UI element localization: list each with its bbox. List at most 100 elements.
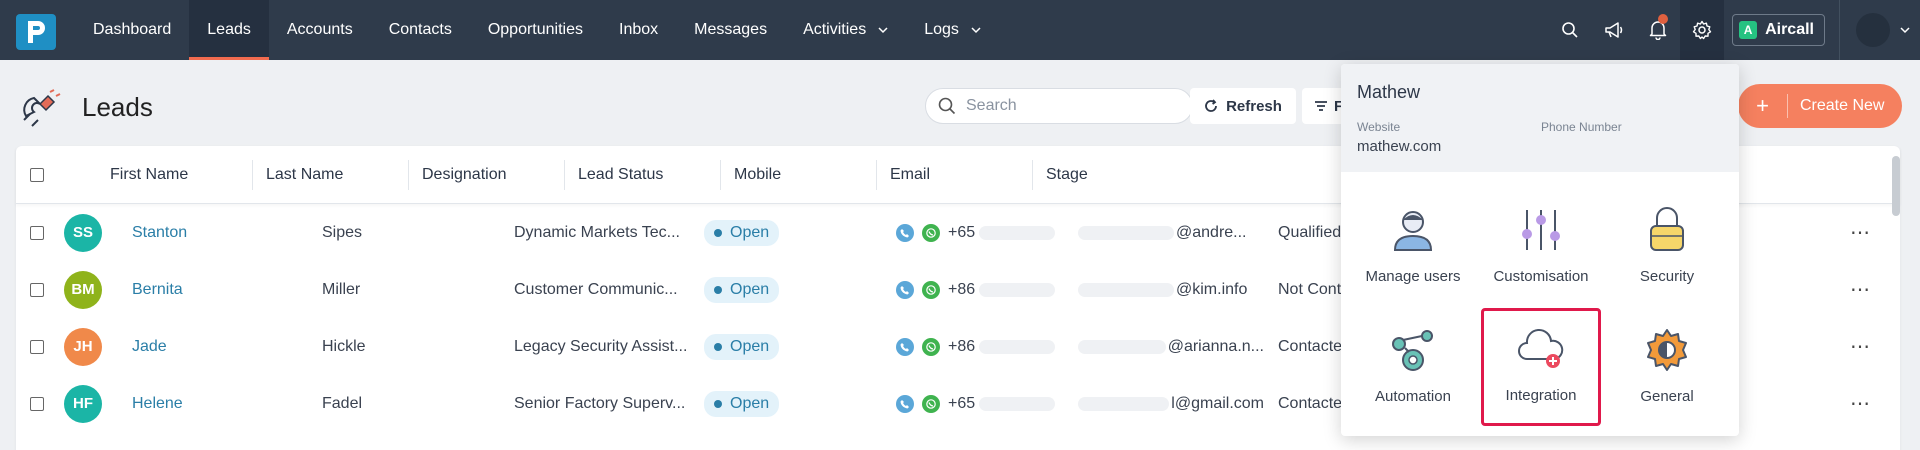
nav-item-accounts[interactable]: Accounts — [269, 0, 371, 60]
row-actions-menu[interactable]: ⋯ — [1850, 204, 1871, 261]
status-dot — [714, 285, 722, 294]
status-dot — [714, 228, 722, 237]
select-all-checkbox[interactable] — [30, 168, 44, 182]
row-checkbox[interactable] — [30, 225, 44, 240]
lead-status-cell: Open — [704, 261, 780, 318]
column-divider — [876, 160, 877, 190]
search-icon — [938, 97, 956, 115]
lead-status-cell: Open — [704, 318, 780, 375]
aircall-logo-icon: A — [1739, 21, 1758, 39]
manage-users-tile[interactable]: Manage users — [1353, 192, 1473, 302]
security-tile[interactable]: Security — [1607, 192, 1727, 302]
search-input[interactable] — [966, 97, 1176, 115]
column-header-last-name[interactable]: Last Name — [266, 146, 343, 204]
automation-tile[interactable]: Automation — [1353, 312, 1473, 422]
call-icon[interactable] — [896, 223, 914, 242]
status-badge: Open — [704, 390, 780, 417]
general-tile[interactable]: General — [1607, 312, 1727, 422]
top-navigation: Dashboard Leads Accounts Contacts Opportunit… — [0, 0, 1920, 60]
row-checkbox[interactable] — [30, 339, 44, 354]
first-name-link[interactable]: Helene — [132, 375, 183, 432]
avatar-cell: SS — [64, 204, 102, 261]
vertical-scrollbar[interactable] — [1892, 156, 1900, 216]
call-icon[interactable] — [896, 280, 914, 299]
column-divider — [408, 160, 409, 190]
refresh-button[interactable]: Refresh — [1190, 88, 1296, 124]
phone-label: Phone Number — [1541, 120, 1622, 134]
redacted-email — [1078, 396, 1170, 411]
leads-magnet-icon — [23, 89, 61, 127]
whatsapp-icon[interactable] — [922, 223, 940, 242]
settings-button[interactable] — [1680, 0, 1725, 60]
first-name-link[interactable]: Jade — [132, 318, 167, 375]
nav-item-contacts[interactable]: Contacts — [371, 0, 470, 60]
avatar-cell: JH — [64, 318, 102, 375]
notifications-button[interactable] — [1636, 0, 1680, 60]
status-label: Open — [730, 394, 770, 412]
email-domain: @arianna.n... — [1167, 337, 1264, 355]
avatar-cell: HF — [64, 375, 102, 432]
call-icon[interactable] — [896, 337, 914, 356]
integration-tile[interactable]: Integration — [1481, 308, 1601, 426]
nav-item-activities[interactable]: Activities — [785, 0, 906, 60]
row-actions-menu[interactable]: ⋯ — [1850, 261, 1871, 318]
nav-item-leads[interactable]: Leads — [189, 0, 269, 60]
nav-item-messages[interactable]: Messages — [676, 0, 785, 60]
aircall-button[interactable]: A Aircall — [1732, 14, 1825, 46]
email-domain: l@gmail.com — [1171, 394, 1264, 412]
user-menu[interactable] — [1840, 0, 1920, 60]
logo-icon — [28, 21, 45, 43]
search-box[interactable] — [925, 88, 1193, 124]
announcements-button[interactable] — [1592, 0, 1636, 60]
mobile-prefix: +65 — [948, 223, 976, 241]
row-actions-menu[interactable]: ⋯ — [1850, 318, 1871, 375]
mobile-prefix: +86 — [948, 337, 976, 355]
nav-item-opportunities[interactable]: Opportunities — [470, 0, 601, 60]
last-name-cell: Miller — [322, 280, 361, 298]
row-checkbox-cell — [30, 318, 44, 375]
lead-status-cell: Open — [704, 204, 780, 261]
column-header-designation[interactable]: Designation — [422, 146, 507, 204]
row-actions-menu[interactable]: ⋯ — [1850, 375, 1871, 432]
app-logo[interactable] — [16, 14, 56, 50]
nav-item-dashboard[interactable]: Dashboard — [75, 0, 189, 60]
column-header-mobile[interactable]: Mobile — [734, 146, 781, 204]
status-label: Open — [730, 223, 770, 241]
redacted-number — [979, 339, 1056, 354]
nav-item-logs[interactable]: Logs — [906, 0, 999, 60]
first-name-link[interactable]: Stanton — [132, 204, 187, 261]
customisation-tile[interactable]: Customisation — [1481, 192, 1601, 302]
nav-item-inbox[interactable]: Inbox — [601, 0, 676, 60]
general-gear-icon — [1647, 329, 1687, 371]
users-icon — [1393, 211, 1433, 251]
email-domain: @andre... — [1176, 223, 1247, 241]
redacted-number — [979, 282, 1056, 297]
column-divider — [1032, 160, 1033, 190]
nav-item-label: Contacts — [388, 21, 452, 38]
mobile-cell: +65 — [896, 204, 1056, 261]
whatsapp-icon[interactable] — [922, 280, 940, 299]
status-badge: Open — [704, 219, 780, 246]
row-checkbox[interactable] — [30, 282, 44, 297]
call-icon[interactable] — [896, 394, 914, 413]
chevron-down-icon — [1900, 27, 1910, 34]
select-all-checkbox-cell — [30, 146, 44, 204]
security-label: Security — [1639, 268, 1695, 285]
whatsapp-icon[interactable] — [922, 394, 940, 413]
create-new-button[interactable]: + Create New — [1738, 84, 1902, 128]
column-header-email[interactable]: Email — [890, 146, 930, 204]
nav-item-label: Inbox — [619, 21, 659, 38]
integration-label: Integration — [1505, 387, 1577, 404]
first-name-link[interactable]: Bernita — [132, 261, 183, 318]
manage-users-label: Manage users — [1365, 268, 1461, 285]
search-button[interactable] — [1548, 0, 1592, 60]
email-cell: @kim.info — [1078, 261, 1264, 318]
customisation-label: Customisation — [1493, 268, 1589, 285]
column-header-lead-status[interactable]: Lead Status — [578, 146, 663, 204]
whatsapp-icon[interactable] — [922, 337, 940, 356]
row-checkbox[interactable] — [30, 396, 44, 411]
column-header-stage[interactable]: Stage — [1046, 146, 1088, 204]
lead-status-cell: Open — [704, 375, 780, 432]
column-header-first-name[interactable]: First Name — [110, 146, 188, 204]
page-title: Leads — [82, 92, 153, 122]
